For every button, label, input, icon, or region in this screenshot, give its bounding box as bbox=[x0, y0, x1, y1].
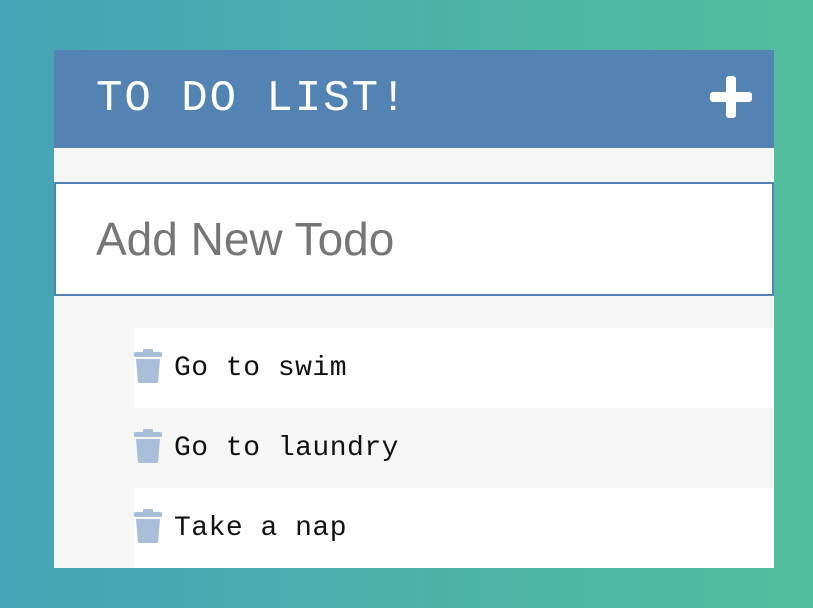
todo-input-wrapper bbox=[54, 182, 774, 296]
delete-todo-button[interactable] bbox=[134, 349, 162, 383]
trash-icon bbox=[134, 509, 162, 543]
todo-text: Go to laundry bbox=[174, 432, 399, 464]
plus-icon bbox=[710, 76, 752, 118]
todo-item[interactable]: Take a nap bbox=[134, 488, 774, 568]
todo-item[interactable]: Go to laundry bbox=[134, 408, 774, 488]
add-todo-toggle-button[interactable] bbox=[706, 72, 756, 122]
todo-text: Go to swim bbox=[174, 352, 348, 384]
delete-todo-button[interactable] bbox=[134, 429, 162, 463]
todo-list: Go to swim Go to laundry Take a nap bbox=[134, 328, 774, 568]
todo-app: TO DO LIST! Go to swim bbox=[54, 50, 774, 568]
delete-todo-button[interactable] bbox=[134, 509, 162, 543]
todo-item[interactable]: Go to swim bbox=[134, 328, 774, 408]
new-todo-input[interactable] bbox=[56, 184, 772, 294]
page-title: TO DO LIST! bbox=[96, 74, 409, 124]
todo-text: Take a nap bbox=[174, 512, 348, 544]
trash-icon bbox=[134, 349, 162, 383]
trash-icon bbox=[134, 429, 162, 463]
app-header: TO DO LIST! bbox=[54, 50, 774, 148]
